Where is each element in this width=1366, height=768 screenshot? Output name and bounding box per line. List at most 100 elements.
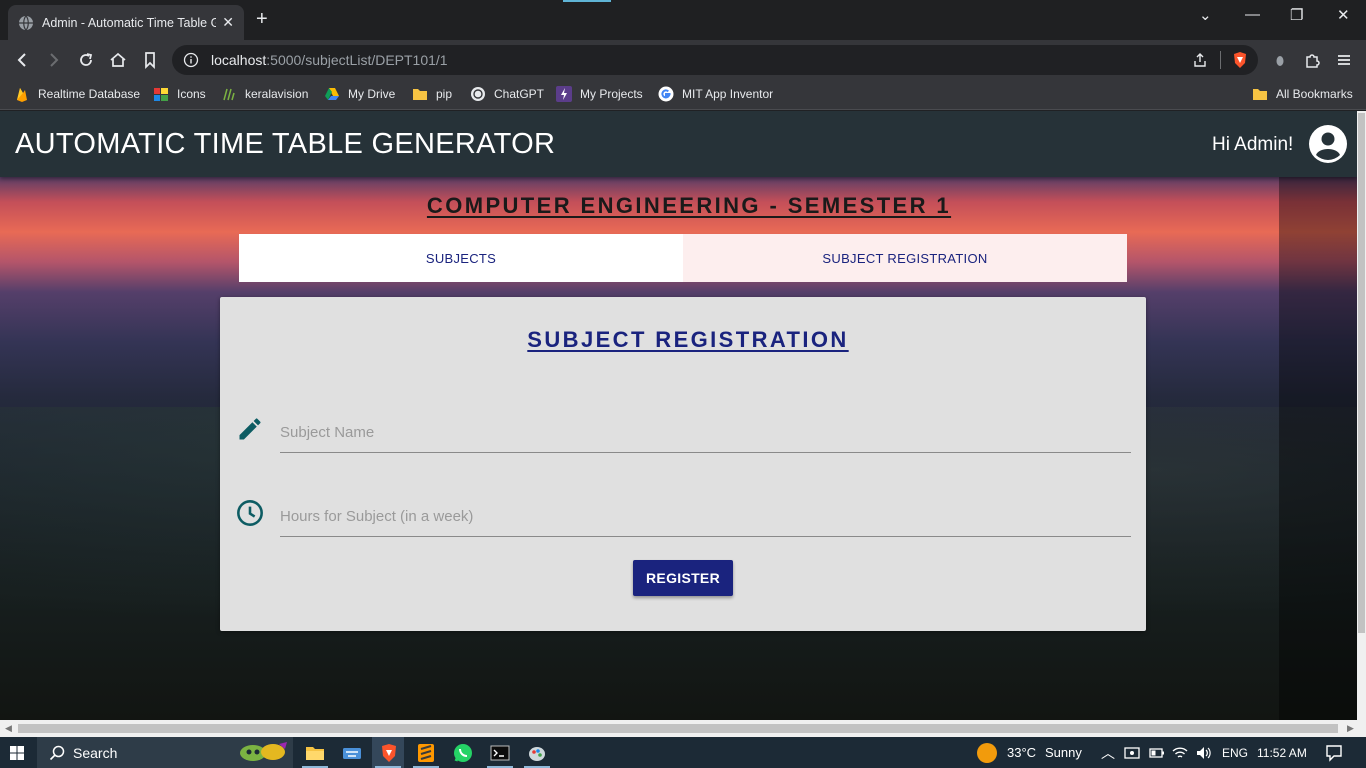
globe-icon [19,15,33,30]
notifications-icon[interactable] [1325,744,1343,762]
browser-toolbar: localhost:5000/subjectList/DEPT101/1 [0,40,1366,80]
url-text: localhost:5000/subjectList/DEPT101/1 [211,52,448,68]
bookmark-my-drive[interactable]: My Drive [324,86,395,102]
share-icon[interactable] [1192,52,1208,68]
security-icon[interactable] [1124,745,1140,761]
bookmark-pip[interactable]: pip [412,86,452,102]
bookmark-label: My Drive [348,87,396,101]
minimize-icon[interactable]: — [1245,6,1260,23]
clock-icon [237,500,263,526]
horizontal-scroll-thumb[interactable] [18,724,1338,733]
scroll-left-icon[interactable]: ◀ [5,723,12,734]
form-title: SUBJECT REGISTRATION [527,327,849,352]
menu-icon[interactable] [1334,50,1354,70]
vertical-scroll-thumb[interactable] [1358,113,1365,633]
browser-tab-bar: Admin - Automatic Time Table G ✕ + ⌄ — ❐… [0,0,1366,40]
vertical-scrollbar[interactable] [1357,111,1366,720]
page-viewport: AUTOMATIC TIME TABLE GENERATOR Hi Admin!… [0,111,1357,720]
bookmark-label: pip [436,87,453,101]
search-highlight-icon [240,742,287,761]
bookmark-icon[interactable] [140,50,160,70]
forward-icon[interactable] [44,50,64,70]
bookmark-icons[interactable]: Icons [153,86,206,102]
bookmarks-bar: Realtime Database Icons keralavision My … [0,80,1366,110]
terminal-icon[interactable] [490,743,510,763]
register-button[interactable]: REGISTER [633,560,733,596]
search-label: Search [73,744,118,761]
tab-subject-registration[interactable]: SUBJECT REGISTRATION [683,234,1127,282]
weather-temperature[interactable]: 33°C [1007,745,1036,760]
keralavision-icon [221,86,237,102]
taskbar-search[interactable]: Search [37,737,293,768]
horizontal-scrollbar[interactable]: ◀ ▶ [0,720,1366,737]
user-greeting: Hi Admin! [1212,134,1294,155]
tab-subjects[interactable]: SUBJECTS [239,234,683,282]
windows-start-icon[interactable] [10,746,24,760]
app-bar: AUTOMATIC TIME TABLE GENERATOR Hi Admin! [0,111,1357,177]
bookmark-my-projects[interactable]: My Projects [556,86,643,102]
site-info-icon[interactable] [183,52,199,68]
tab-search-chevron-icon[interactable]: ⌄ [1199,6,1212,24]
system-clock[interactable]: 11:52 AM [1257,746,1307,760]
background-overlay [1279,177,1357,720]
show-hidden-icons-icon[interactable]: ︿ [1101,743,1115,763]
whatsapp-icon[interactable] [453,743,473,763]
brave-browser-icon[interactable] [379,743,399,763]
wallet-icon[interactable] [1270,50,1290,70]
close-window-icon[interactable]: ✕ [1337,6,1350,24]
projects-icon [556,86,572,102]
hours-per-week-input[interactable] [280,497,1131,537]
new-tab-icon[interactable]: + [256,9,268,29]
url-path: :5000/subjectList/DEPT101/1 [266,52,448,68]
google-drive-icon [324,86,340,102]
url-host: localhost [211,52,267,68]
bookmark-label: My Projects [580,87,643,101]
icons-site-icon [153,86,169,102]
bookmark-mit-app-inventor[interactable]: MIT App Inventor [658,86,773,102]
folder-icon [412,86,428,102]
home-icon[interactable] [108,50,128,70]
bookmark-label: keralavision [245,87,309,101]
close-tab-icon[interactable]: ✕ [222,14,234,31]
reload-icon[interactable] [76,50,96,70]
bookmark-realtime-database[interactable]: Realtime Database [14,86,140,102]
sublime-text-icon[interactable] [416,743,436,763]
battery-icon[interactable] [1149,746,1165,760]
app-title: AUTOMATIC TIME TABLE GENERATOR [15,128,556,160]
file-explorer-icon[interactable] [305,743,325,763]
bookmark-label: ChatGPT [494,87,545,101]
omnibox-divider [1220,51,1221,69]
address-bar[interactable]: localhost:5000/subjectList/DEPT101/1 [172,45,1258,75]
brave-shields-icon[interactable] [1231,51,1249,69]
bookmark-keralavision[interactable]: keralavision [221,86,308,102]
firebase-icon [14,86,30,102]
tab-strip-indicator [563,0,611,2]
pencil-icon [239,418,261,440]
subject-registration-card: SUBJECT REGISTRATION REGISTER [220,297,1146,631]
account-circle-icon[interactable] [1309,125,1347,163]
bookmark-chatgpt[interactable]: ChatGPT [470,86,544,102]
chatgpt-icon [470,86,486,102]
back-icon[interactable] [12,50,32,70]
extensions-icon[interactable] [1302,50,1322,70]
folder-icon [1252,86,1268,102]
tab-title: Admin - Automatic Time Table G [42,15,217,30]
scroll-right-icon[interactable]: ▶ [1347,723,1354,734]
windows-taskbar: Search 33°C Sunny ︿ ENG 11:52 AM [0,737,1366,768]
bookmark-label: Icons [177,87,206,101]
wifi-icon[interactable] [1172,745,1188,761]
google-icon [658,86,674,102]
page-tabs: SUBJECTS SUBJECT REGISTRATION [239,234,1127,282]
browser-tab[interactable]: Admin - Automatic Time Table G ✕ [8,5,244,40]
subject-name-input[interactable] [280,413,1131,453]
input-language[interactable]: ENG [1222,746,1248,760]
volume-icon[interactable] [1195,745,1211,761]
weather-description[interactable]: Sunny [1045,745,1082,760]
bookmark-label: MIT App Inventor [682,87,774,101]
sunny-weather-icon[interactable] [976,742,998,764]
restore-icon[interactable]: ❐ [1290,6,1303,24]
paint-icon[interactable] [527,743,547,763]
keyboard-icon[interactable] [342,743,362,763]
all-bookmarks-button[interactable]: All Bookmarks [1252,86,1353,102]
department-heading: COMPUTER ENGINEERING - SEMESTER 1 [426,193,952,218]
